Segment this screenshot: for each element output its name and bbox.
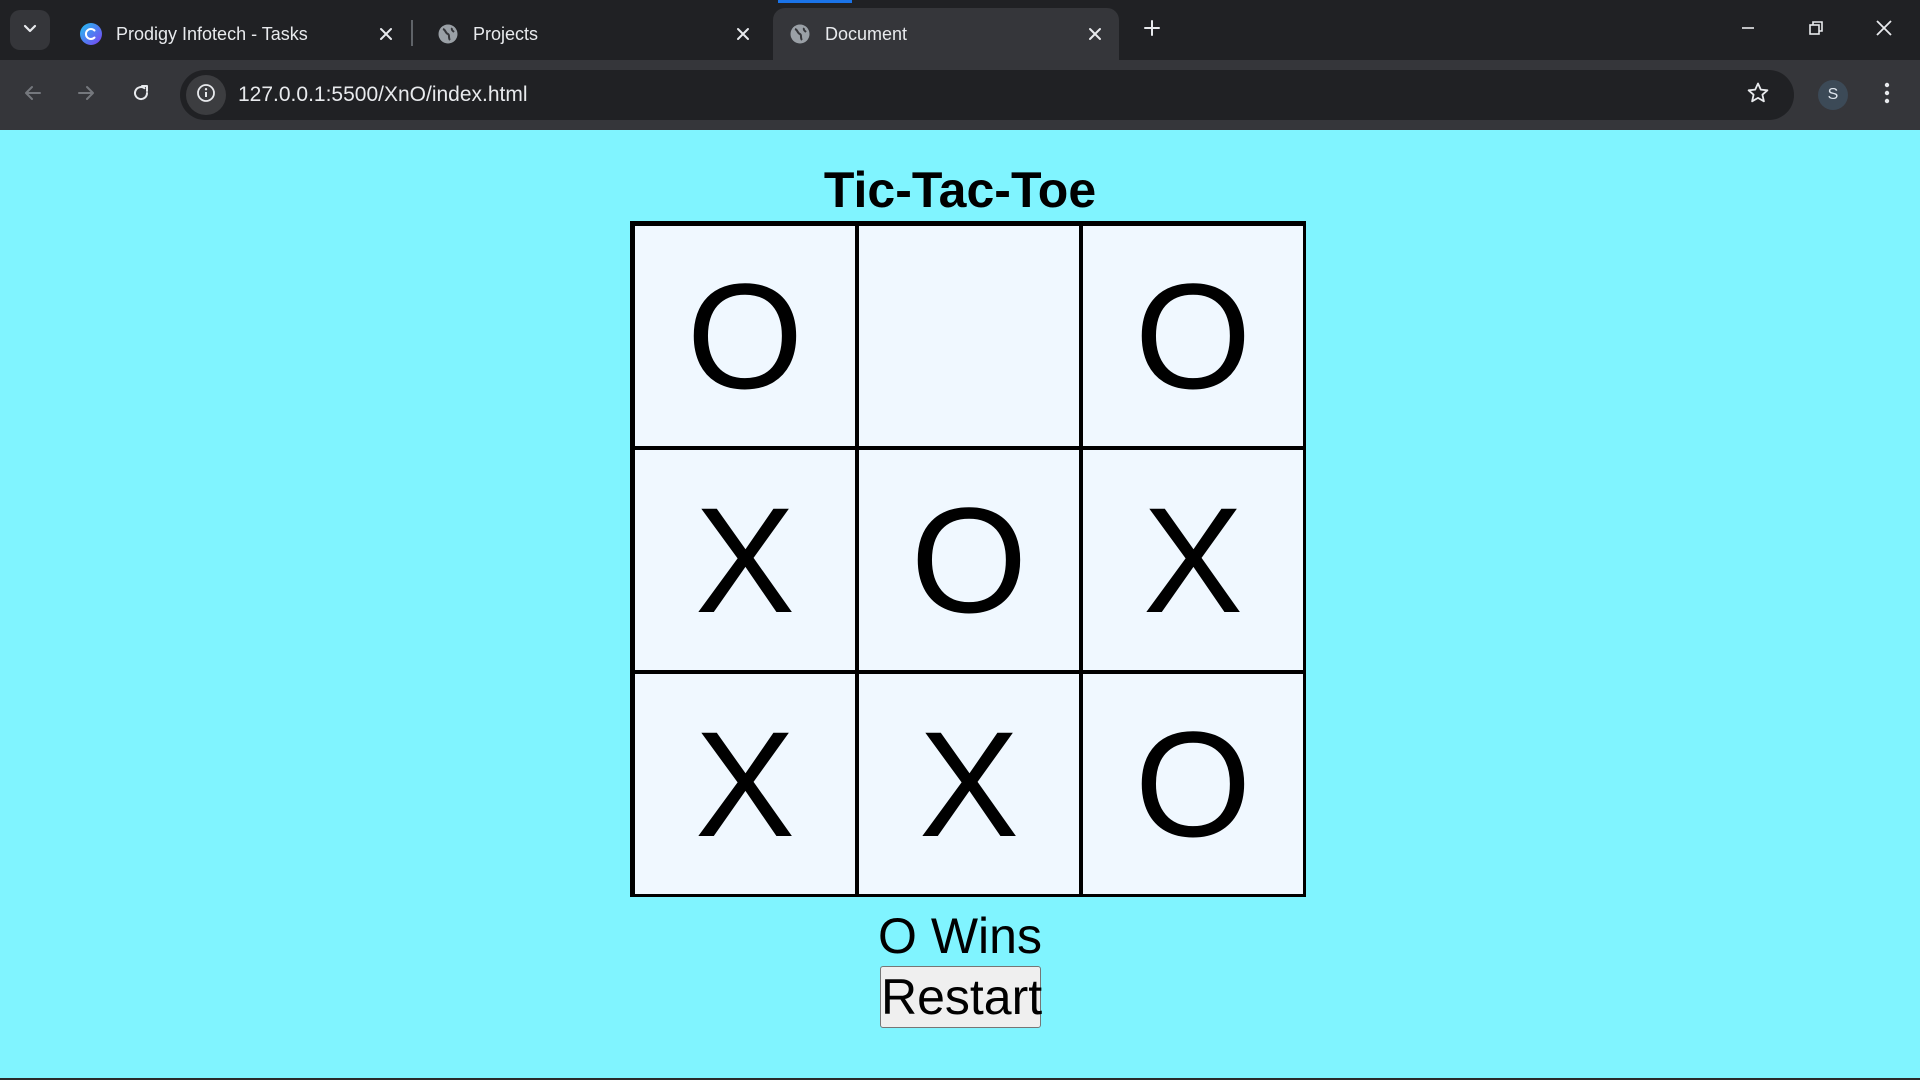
- restore-icon: [1808, 20, 1824, 41]
- board-cell[interactable]: O: [1081, 224, 1305, 448]
- url-text[interactable]: 127.0.0.1:5500/XnO/index.html: [238, 83, 1738, 107]
- board-cell[interactable]: X: [633, 672, 857, 896]
- globe-icon: [789, 23, 811, 45]
- tab-projects[interactable]: Projects: [421, 8, 767, 60]
- canva-icon: [80, 23, 102, 45]
- browser-toolbar: 127.0.0.1:5500/XnO/index.html S: [0, 60, 1920, 130]
- close-icon[interactable]: [1081, 20, 1109, 48]
- tab-title: Document: [825, 23, 908, 44]
- tab-search-button[interactable]: [10, 10, 50, 50]
- board-cell[interactable]: O: [633, 224, 857, 448]
- close-icon[interactable]: [372, 20, 400, 48]
- board-cell[interactable]: O: [857, 448, 1081, 672]
- minimize-button[interactable]: [1714, 0, 1782, 60]
- arrow-left-icon: [23, 83, 43, 108]
- game-board: O O X O X X X O: [630, 221, 1306, 897]
- plus-icon: [1143, 19, 1161, 42]
- restart-button[interactable]: Restart: [880, 966, 1042, 1028]
- tab-loading-indicator: [778, 0, 852, 3]
- minimize-icon: [1740, 20, 1756, 41]
- close-window-button[interactable]: [1850, 0, 1918, 60]
- board-cell[interactable]: X: [633, 448, 857, 672]
- profile-avatar[interactable]: S: [1818, 80, 1848, 110]
- chevron-down-icon: [22, 20, 38, 41]
- forward-button[interactable]: [67, 76, 105, 114]
- site-info-button[interactable]: [186, 75, 226, 115]
- close-icon: [1875, 19, 1893, 42]
- board-cell[interactable]: [857, 224, 1081, 448]
- tab-document[interactable]: Document: [773, 8, 1119, 60]
- board-cell[interactable]: X: [1081, 448, 1305, 672]
- page-viewport: Tic-Tac-Toe O O X O X X X O O Wins Resta…: [0, 130, 1920, 1078]
- back-button[interactable]: [14, 76, 52, 114]
- star-icon: [1746, 81, 1770, 110]
- board-cell[interactable]: X: [857, 672, 1081, 896]
- tab-title: Prodigy Infotech - Tasks: [116, 23, 308, 44]
- address-bar[interactable]: 127.0.0.1:5500/XnO/index.html: [180, 70, 1794, 120]
- game-status: O Wins: [878, 908, 1042, 964]
- close-icon[interactable]: [729, 20, 757, 48]
- board-cell[interactable]: O: [1081, 672, 1305, 896]
- arrow-right-icon: [76, 83, 96, 108]
- reload-icon: [131, 83, 151, 108]
- tab-title: Projects: [473, 23, 539, 44]
- tab-prodigy-infotech[interactable]: Prodigy Infotech - Tasks: [64, 8, 410, 60]
- restore-button[interactable]: [1782, 0, 1850, 60]
- info-icon: [196, 83, 216, 108]
- reload-button[interactable]: [122, 76, 160, 114]
- new-tab-button[interactable]: [1134, 12, 1170, 48]
- more-vertical-icon: [1884, 82, 1890, 109]
- globe-icon: [437, 23, 459, 45]
- bookmark-button[interactable]: [1738, 75, 1778, 115]
- tab-strip: Prodigy Infotech - Tasks Projects Docume…: [0, 0, 1920, 60]
- tab-separator: [411, 20, 413, 46]
- browser-menu-button[interactable]: [1868, 76, 1906, 114]
- game-title: Tic-Tac-Toe: [823, 162, 1097, 218]
